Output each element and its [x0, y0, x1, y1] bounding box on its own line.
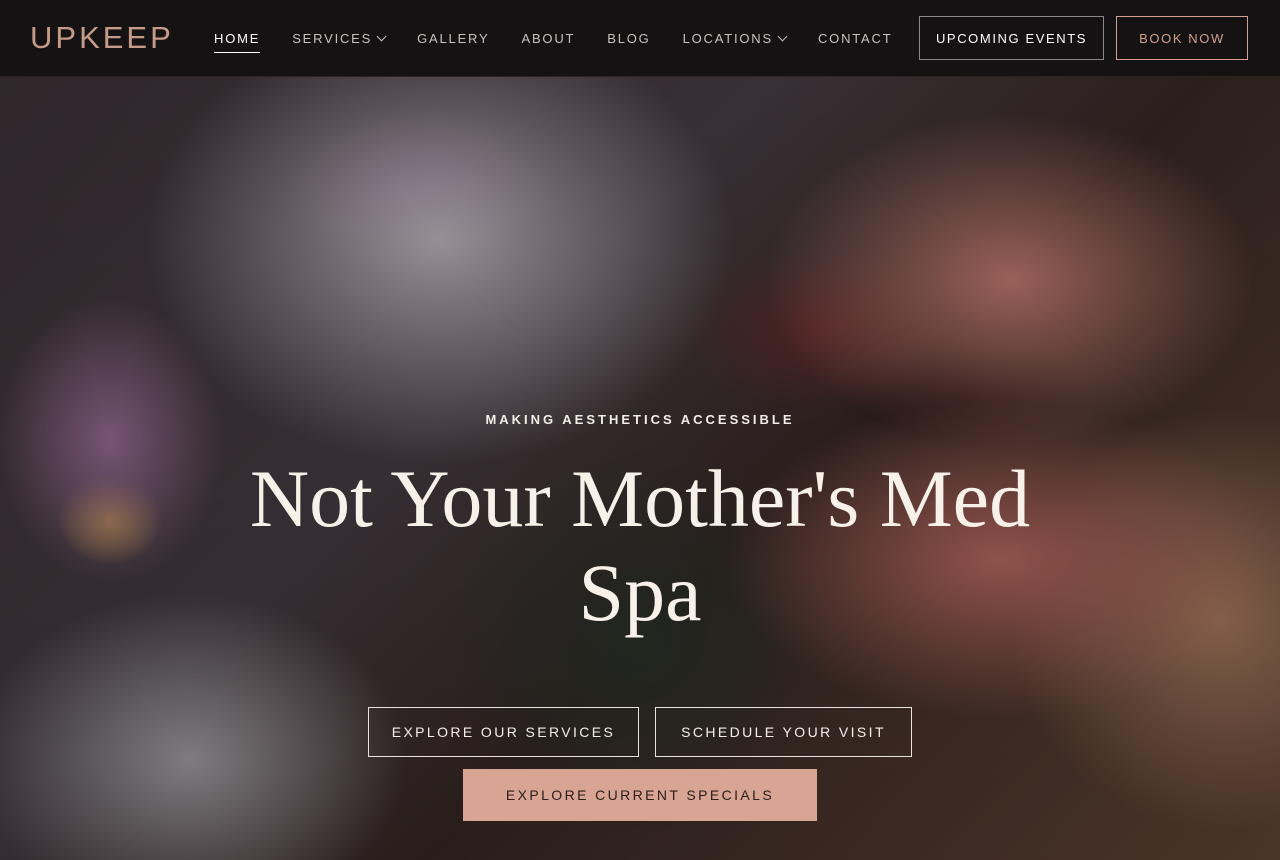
hero-overlay — [0, 0, 1280, 860]
nav-item-label: CONTACT — [817, 31, 893, 46]
nav-item-gallery[interactable]: GALLERY — [417, 29, 489, 49]
schedule-visit-button[interactable]: SCHEDULE YOUR VISIT — [655, 707, 912, 757]
chevron-down-icon — [376, 31, 387, 42]
nav-item-locations[interactable]: LOCATIONS — [682, 29, 788, 49]
explore-specials-button[interactable]: EXPLORE CURRENT SPECIALS — [463, 769, 817, 821]
nav-item-label: SERVICES — [292, 31, 373, 46]
book-now-button[interactable]: BOOK NOW — [1116, 16, 1248, 60]
hero-headline: Not Your Mother's Med Spa — [249, 453, 1031, 638]
nav-item-label: HOME — [214, 31, 261, 46]
upcoming-events-button[interactable]: UPCOMING EVENTS — [919, 16, 1104, 60]
nav-item-label: LOCATIONS — [682, 31, 773, 46]
hero-background-image — [0, 0, 1280, 860]
nav-item-about[interactable]: ABOUT — [521, 29, 575, 49]
top-navigation: UPKEEP HOME SERVICES GALLERY ABOUT BLOG … — [0, 0, 1280, 77]
nav-item-services[interactable]: SERVICES — [292, 29, 387, 49]
nav-item-home[interactable]: HOME — [214, 29, 261, 53]
nav-item-contact[interactable]: CONTACT — [818, 29, 892, 49]
hero-eyebrow: MAKING AESTHETICS ACCESSIBLE — [485, 412, 795, 427]
nav-item-label: ABOUT — [521, 31, 576, 46]
nav-item-label: GALLERY — [417, 31, 490, 46]
main-menu: HOME SERVICES GALLERY ABOUT BLOG LOCATIO… — [214, 29, 924, 53]
explore-services-button[interactable]: EXPLORE OUR SERVICES — [368, 707, 639, 757]
nav-item-blog[interactable]: BLOG — [607, 29, 650, 49]
chevron-down-icon — [777, 31, 788, 42]
nav-item-label: BLOG — [607, 31, 651, 46]
brand-logo[interactable]: UPKEEP — [30, 19, 174, 57]
